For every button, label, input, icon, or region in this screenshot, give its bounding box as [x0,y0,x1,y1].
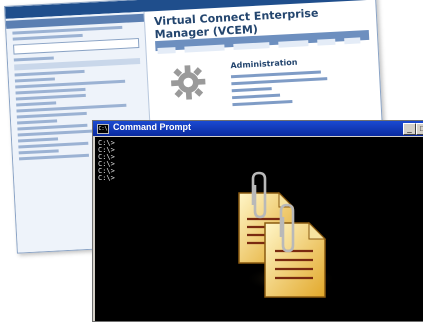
sidebar-line [12,33,83,41]
admin-link[interactable] [230,70,321,79]
document-stack-icon [238,171,337,298]
sidebar-tree-item[interactable] [16,101,57,107]
console-app-icon: C:\ [97,124,109,134]
sidebar-tree-item[interactable] [18,141,89,149]
tab[interactable] [184,44,225,53]
console-output-area[interactable]: C:\> C:\> C:\> C:\> C:\> C:\> [95,137,423,321]
maximize-button[interactable]: □ [416,123,423,135]
sidebar-tree-item[interactable] [18,153,90,161]
sidebar-line [14,77,55,83]
sidebar-tree-item[interactable] [18,149,59,155]
tab[interactable] [317,38,336,46]
sidebar-search-input[interactable] [13,37,140,55]
admin-link[interactable] [231,87,272,93]
admin-links [230,70,329,110]
prompt-lines: C:\> C:\> C:\> C:\> C:\> C:\> [98,140,115,182]
tab[interactable] [233,42,270,51]
admin-link[interactable] [232,93,281,100]
tab[interactable] [157,47,176,55]
tab[interactable] [278,40,309,48]
sidebar-line [13,56,54,62]
command-prompt-window: C:\ Command Prompt _ □ C:\> C:\> C:\> C:… [92,120,423,322]
sidebar-tree-item[interactable] [18,137,59,143]
admin-link[interactable] [232,100,293,107]
gear-icon [171,65,206,100]
sidebar-tree-item[interactable] [15,93,86,101]
tab[interactable] [344,37,361,45]
prompt-line: C:\> [98,174,115,182]
sidebar-line [14,69,85,77]
sidebar-tree-item[interactable] [17,119,58,125]
admin-heading: Administration [230,57,298,71]
sidebar-tree-item[interactable] [16,111,87,119]
window-title: Command Prompt [113,122,192,132]
minimize-button[interactable]: _ [403,123,416,135]
window-titlebar[interactable]: C:\ Command Prompt _ □ [93,121,423,136]
admin-link[interactable] [231,77,328,86]
